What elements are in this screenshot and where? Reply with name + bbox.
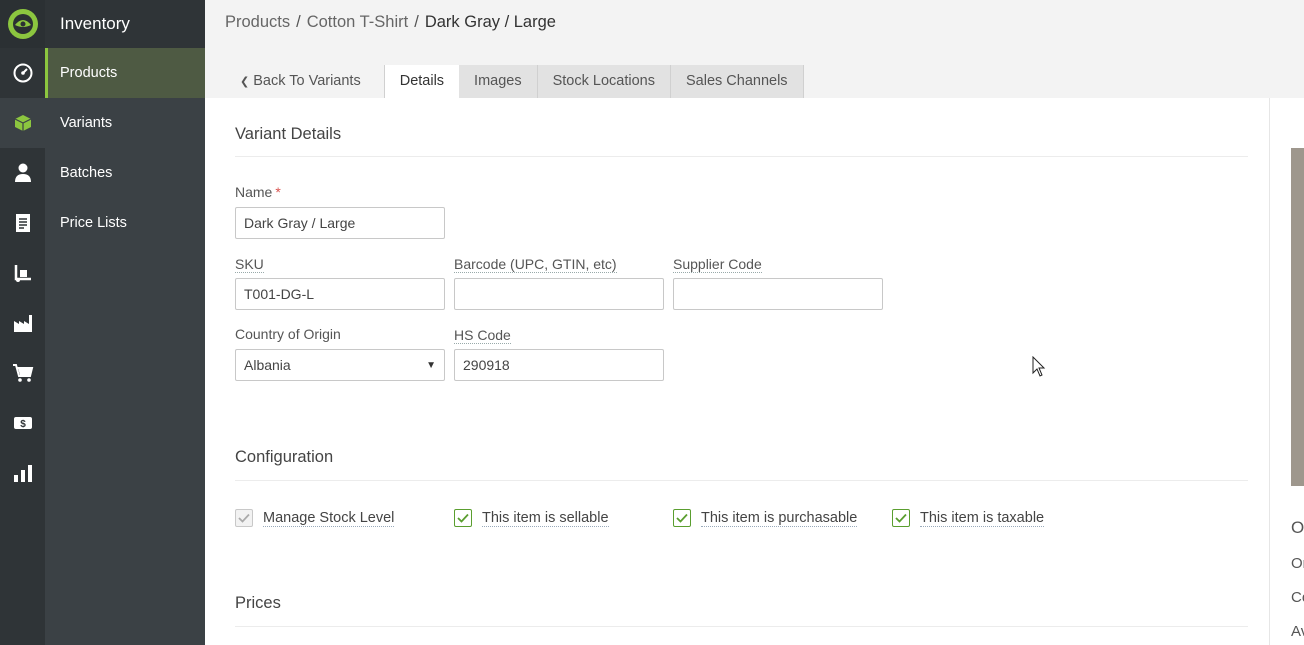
- checkmark-icon: [235, 509, 253, 527]
- supplier-code-input[interactable]: [673, 278, 883, 310]
- required-marker: *: [275, 184, 281, 200]
- purchasable-label: This item is purchasable: [701, 509, 858, 527]
- country-selected-value: Albania: [244, 357, 291, 373]
- sidebar-item-variants[interactable]: Variants: [45, 98, 205, 148]
- overview-line[interactable]: Av: [1291, 623, 1304, 640]
- checkmark-icon: [454, 509, 472, 527]
- variant-image: [1291, 148, 1304, 486]
- manage-stock-level-label: Manage Stock Level: [263, 509, 395, 527]
- overview-line[interactable]: Or: [1291, 555, 1304, 572]
- back-to-variants-link[interactable]: ❮ Back To Variants: [225, 65, 385, 98]
- tab-sales-channels[interactable]: Sales Channels: [670, 65, 804, 98]
- dollar-icon[interactable]: $: [0, 398, 45, 448]
- prices-heading: Prices: [235, 594, 281, 612]
- sidebar: Inventory Products Variants Batches Pric…: [45, 0, 205, 645]
- breadcrumb-separator: /: [414, 13, 419, 31]
- name-label: Name *: [235, 184, 281, 200]
- country-of-origin-label: Country of Origin: [235, 326, 341, 342]
- barcode-input[interactable]: [454, 278, 664, 310]
- hs-code-input[interactable]: [454, 349, 664, 381]
- sidebar-item-price-lists[interactable]: Price Lists: [45, 198, 205, 248]
- sku-input[interactable]: [235, 278, 445, 310]
- breadcrumb: Products / Cotton T-Shirt / Dark Gray / Larg…: [225, 13, 556, 32]
- taxable-checkbox[interactable]: This item is taxable: [892, 509, 1045, 527]
- main-content: Products / Cotton T-Shirt / Dark Gray / Larg…: [205, 0, 1304, 645]
- overview-line[interactable]: Co: [1291, 589, 1304, 606]
- hand-truck-icon[interactable]: [0, 248, 45, 298]
- user-icon[interactable]: [0, 148, 45, 198]
- details-panel: Variant Details Name* SKU Barcode (UPC, …: [205, 98, 1269, 645]
- logo-icon: [7, 9, 38, 39]
- sidebar-item-batches[interactable]: Batches: [45, 148, 205, 198]
- sku-label: SKU: [235, 256, 264, 273]
- sidebar-item-label: Price Lists: [60, 215, 127, 231]
- app-logo[interactable]: [0, 0, 45, 48]
- document-icon[interactable]: [0, 198, 45, 248]
- app-title: Inventory: [45, 0, 205, 48]
- factory-icon[interactable]: [0, 298, 45, 348]
- mouse-cursor-icon: [1032, 355, 1046, 383]
- icon-rail: $: [0, 0, 45, 645]
- sidebar-item-label: Products: [60, 65, 118, 81]
- tab-details[interactable]: Details: [384, 65, 460, 98]
- supplier-code-label: Supplier Code: [673, 256, 762, 273]
- purchasable-checkbox[interactable]: This item is purchasable: [673, 509, 858, 527]
- tab-bar: ❮ Back To Variants Details Images Stock …: [225, 65, 804, 98]
- taxable-label: This item is taxable: [920, 509, 1045, 527]
- box-icon[interactable]: [0, 98, 45, 148]
- svg-text:$: $: [20, 419, 26, 430]
- divider: [235, 480, 1248, 481]
- country-of-origin-select[interactable]: Albania ▼: [235, 349, 445, 381]
- cart-icon[interactable]: [0, 348, 45, 398]
- configuration-heading: Configuration: [235, 448, 334, 466]
- breadcrumb-link-product[interactable]: Cotton T-Shirt: [307, 13, 409, 31]
- caret-down-icon: ▼: [426, 359, 436, 371]
- variant-details-heading: Variant Details: [235, 125, 342, 143]
- sidebar-item-label: Batches: [60, 165, 113, 181]
- breadcrumb-separator: /: [296, 13, 301, 31]
- breadcrumb-link-products[interactable]: Products: [225, 13, 290, 31]
- breadcrumb-current: Dark Gray / Large: [424, 13, 556, 31]
- sidebar-item-products[interactable]: Products: [45, 48, 205, 98]
- divider: [235, 626, 1248, 627]
- sellable-checkbox[interactable]: This item is sellable: [454, 509, 609, 527]
- chevron-left-icon: ❮: [240, 76, 250, 88]
- checkmark-icon: [892, 509, 910, 527]
- overview-pane: Ov Or Co Av: [1269, 98, 1304, 645]
- bar-chart-icon[interactable]: [0, 448, 45, 498]
- sellable-label: This item is sellable: [482, 509, 609, 527]
- divider: [235, 156, 1248, 157]
- name-input[interactable]: [235, 207, 445, 239]
- tab-images[interactable]: Images: [459, 65, 538, 98]
- manage-stock-level-checkbox[interactable]: Manage Stock Level: [235, 509, 395, 527]
- tab-stock-locations[interactable]: Stock Locations: [537, 65, 671, 98]
- barcode-label: Barcode (UPC, GTIN, etc): [454, 256, 617, 273]
- back-link-label: Back To Variants: [253, 73, 361, 89]
- sidebar-item-label: Variants: [60, 115, 113, 131]
- overview-heading: Ov: [1291, 518, 1304, 537]
- checkmark-icon: [673, 509, 691, 527]
- hs-code-label: HS Code: [454, 327, 511, 344]
- dashboard-icon[interactable]: [0, 48, 45, 98]
